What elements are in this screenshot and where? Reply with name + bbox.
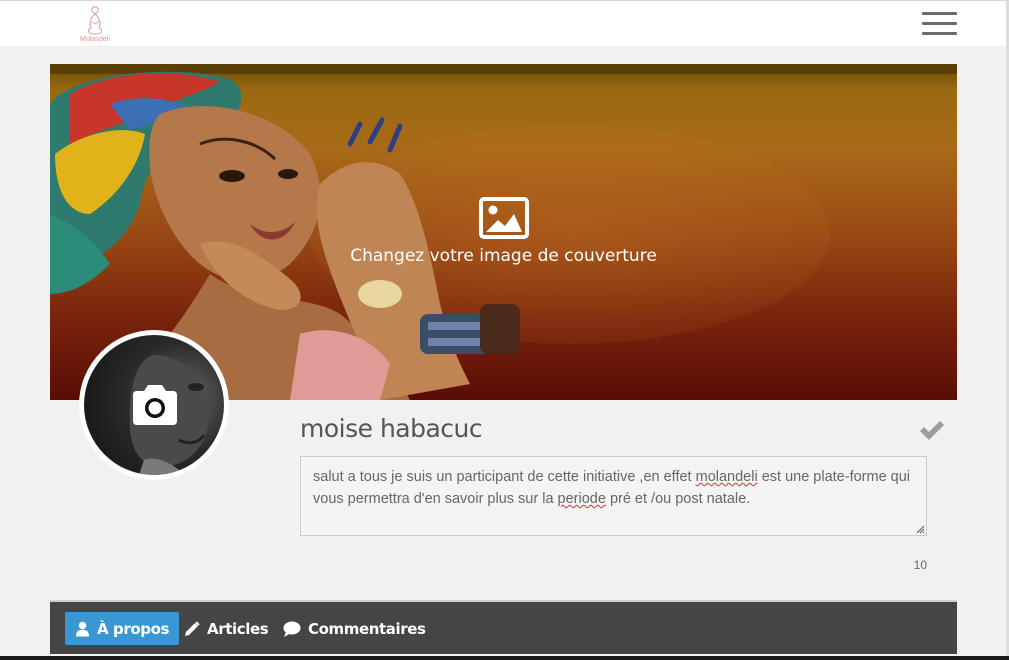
bio-misspelled-word-2: periode — [557, 491, 606, 507]
tab-about-label: À propos — [97, 619, 170, 638]
change-cover-button[interactable]: Changez votre image de couverture — [300, 196, 707, 276]
bio-textarea[interactable]: salut a tous je suis un participant de c… — [300, 456, 927, 536]
character-counter: 10 — [913, 558, 927, 572]
tab-articles-label: Articles — [207, 619, 269, 638]
profile-name: moise habacuc — [300, 414, 483, 443]
change-cover-label: Changez votre image de couverture — [350, 246, 657, 266]
image-icon — [478, 197, 529, 239]
camera-icon[interactable] — [129, 383, 181, 427]
check-icon[interactable] — [918, 418, 946, 442]
hamburger-menu-icon[interactable] — [922, 12, 958, 38]
pencil-icon — [185, 620, 200, 636]
profile-tabs: À propos Articles Commentaires — [50, 600, 957, 654]
tab-articles[interactable]: Articles — [184, 612, 269, 645]
bottom-border — [0, 656, 1009, 660]
comment-icon — [283, 621, 301, 637]
user-icon — [76, 621, 89, 636]
bio-misspelled-word-1: molandeli — [695, 469, 758, 485]
site-logo[interactable]: Molandeli — [76, 4, 114, 44]
profile-avatar[interactable] — [79, 330, 229, 480]
logo-figure-icon — [87, 6, 103, 35]
logo-text: Molandeli — [80, 36, 110, 43]
resize-grip-icon[interactable] — [915, 524, 925, 534]
tab-comments[interactable]: Commentaires — [283, 612, 426, 645]
bio-text-3: pré et /ou post natale. — [605, 491, 751, 507]
tab-comments-label: Commentaires — [308, 619, 426, 638]
tab-about[interactable]: À propos — [65, 612, 180, 645]
bio-text-1: salut a tous je suis un participant de c… — [313, 469, 696, 485]
top-navbar: Molandeli — [0, 0, 1009, 46]
